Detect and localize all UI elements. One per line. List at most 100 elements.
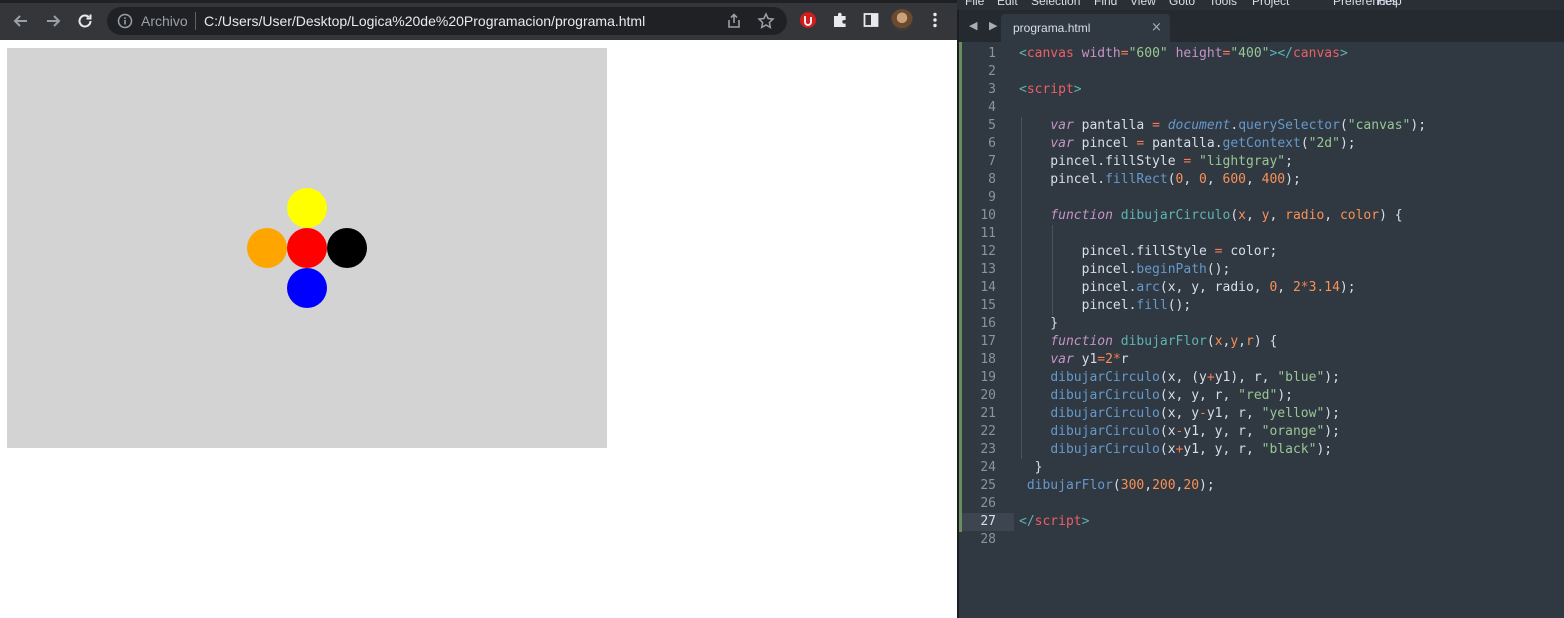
- close-tab-icon[interactable]: ×: [1151, 20, 1162, 35]
- code-token: 200: [1152, 478, 1176, 493]
- code-line[interactable]: 21 dibujarCirculo(x, y-y1, r, "yellow");: [962, 405, 1564, 423]
- code-token: querySelector: [1238, 118, 1340, 133]
- code-line[interactable]: 15 pincel.fill();: [962, 297, 1564, 315]
- line-source: dibujarCirculo(x, y, r, "red");: [1019, 387, 1293, 405]
- code-token: dibujarCirculo: [1050, 442, 1160, 457]
- red-circle: [287, 228, 327, 268]
- line-number: 15: [980, 298, 996, 313]
- menu-item-find[interactable]: Find: [1094, 0, 1117, 8]
- code-line[interactable]: 18 var y1=2*r: [962, 351, 1564, 369]
- code-token: -: [1199, 406, 1207, 421]
- code-line[interactable]: 8 pincel.fillRect(0, 0, 600, 400);: [962, 171, 1564, 189]
- menu-item-file[interactable]: File: [965, 0, 984, 8]
- code-line[interactable]: 16 }: [962, 315, 1564, 333]
- code-token: (: [1300, 136, 1309, 151]
- url-text[interactable]: C:/Users/User/Desktop/Logica%20de%20Prog…: [204, 13, 645, 29]
- code-line[interactable]: 22 dibujarCirculo(x-y1, y, r, "orange");: [962, 423, 1564, 441]
- code-token: 20: [1183, 478, 1200, 493]
- code-line[interactable]: 19 dibujarCirculo(x, (y+y1), r, "blue");: [962, 369, 1564, 387]
- code-line[interactable]: 1 <canvas width="600" height="400"></canv…: [962, 45, 1564, 63]
- kebab-menu-icon[interactable]: [925, 10, 945, 30]
- tab-strip-edge: [0, 0, 957, 3]
- code-token: "2d": [1308, 136, 1340, 151]
- line-source: function dibujarFlor(x,y,r) {: [1019, 333, 1277, 351]
- code-line[interactable]: 24 }: [962, 459, 1564, 477]
- side-panel-icon[interactable]: [861, 10, 881, 30]
- line-source: pincel.fill();: [1019, 297, 1192, 315]
- code-line[interactable]: 17 function dibujarFlor(x,y,r) {: [962, 333, 1564, 351]
- code-token: dibujarCirculo: [1050, 406, 1160, 421]
- line-source: var pantalla = document.querySelector("c…: [1019, 117, 1426, 135]
- code-line[interactable]: 27 </script>: [962, 513, 1564, 531]
- reload-icon[interactable]: [72, 8, 98, 34]
- code-token: "canvas": [1347, 118, 1411, 133]
- code-token: color;: [1222, 244, 1278, 259]
- info-icon[interactable]: [117, 13, 133, 29]
- share-icon[interactable]: [725, 12, 743, 30]
- code-line[interactable]: 3 <script>: [962, 81, 1564, 99]
- code-token: y1, y, r,: [1183, 442, 1262, 457]
- tab-programa-html[interactable]: programa.html ×: [1001, 14, 1170, 42]
- address-separator: [195, 12, 196, 30]
- menu-item-selection[interactable]: Selection: [1031, 0, 1080, 8]
- code-token: x: [1167, 442, 1176, 457]
- line-number: 9: [988, 190, 996, 205]
- menu-item-project[interactable]: Project: [1252, 0, 1289, 8]
- code-token: canvas: [1026, 46, 1074, 61]
- code-token: color: [1339, 208, 1380, 223]
- menu-item-goto[interactable]: Goto: [1169, 0, 1195, 8]
- line-number: 3: [988, 82, 996, 97]
- code-token: dibujarCirculo: [1120, 208, 1231, 223]
- code-line[interactable]: 12 pincel.fillStyle = color;: [962, 243, 1564, 261]
- code-line[interactable]: 5 var pantalla = document.querySelector(…: [962, 117, 1564, 135]
- code-token: 400: [1261, 172, 1286, 187]
- code-token: pincel: [1073, 136, 1137, 151]
- code-token: var: [1050, 118, 1074, 133]
- code-line[interactable]: 25 dibujarFlor(300,200,20);: [962, 477, 1564, 495]
- menu-item-tools[interactable]: Tools: [1209, 0, 1237, 8]
- line-source: dibujarCirculo(x, y-y1, r, "yellow");: [1019, 405, 1340, 423]
- code-line[interactable]: 14 pincel.arc(x, y, radio, 0, 2*3.14);: [962, 279, 1564, 297]
- code-line[interactable]: 6 var pincel = pantalla.getContext("2d")…: [962, 135, 1564, 153]
- code-line[interactable]: 26: [962, 495, 1564, 513]
- line-number: 1: [988, 46, 996, 61]
- code-area[interactable]: 1 <canvas width="600" height="400"></canv…: [962, 45, 1564, 549]
- code-token: );: [1316, 442, 1333, 457]
- menu-item-help[interactable]: Help: [1377, 0, 1402, 8]
- code-line[interactable]: 4: [962, 99, 1564, 117]
- menu-item-edit[interactable]: Edit: [997, 0, 1018, 8]
- back-arrow-icon[interactable]: [8, 8, 34, 34]
- code-token: x, y, r,: [1167, 388, 1239, 403]
- menu-item-view[interactable]: View: [1130, 0, 1156, 8]
- code-token: (: [1206, 334, 1215, 349]
- profile-avatar[interactable]: [891, 9, 913, 31]
- extensions-puzzle-icon[interactable]: [830, 10, 850, 30]
- code-token: "yellow": [1261, 406, 1325, 421]
- code-line[interactable]: 11: [962, 225, 1564, 243]
- code-token: ();: [1206, 262, 1231, 277]
- code-line[interactable]: 2: [962, 63, 1564, 81]
- code-token: *: [1300, 280, 1309, 295]
- code-line[interactable]: 7 pincel.fillStyle = "lightgray";: [962, 153, 1564, 171]
- code-line[interactable]: 23 dibujarCirculo(x+y1, y, r, "black");: [962, 441, 1564, 459]
- code-token: script: [1034, 514, 1082, 529]
- code-line[interactable]: 10 function dibujarCirculo(x, y, radio, …: [962, 207, 1564, 225]
- line-number: 19: [980, 370, 996, 385]
- code-token: ,: [1144, 478, 1153, 493]
- code-token: (: [1230, 208, 1239, 223]
- line-source: dibujarCirculo(x+y1, y, r, "black");: [1019, 441, 1332, 459]
- code-line[interactable]: 20 dibujarCirculo(x, y, r, "red");: [962, 387, 1564, 405]
- code-line[interactable]: 13 pincel.beginPath();: [962, 261, 1564, 279]
- tab-nav-arrows-icon[interactable]: ◀ ▶: [969, 19, 1001, 32]
- code-token: x: [1167, 424, 1176, 439]
- code-line[interactable]: 9: [962, 189, 1564, 207]
- editor-tab-bar: ◀ ▶ programa.html ×: [959, 10, 1564, 42]
- code-line[interactable]: 28: [962, 531, 1564, 549]
- forward-arrow-icon[interactable]: [40, 8, 66, 34]
- bookmark-star-icon[interactable]: [757, 12, 775, 30]
- address-bar[interactable]: Archivo C:/Users/User/Desktop/Logica%20d…: [107, 7, 787, 35]
- extension-shield-icon[interactable]: [798, 10, 818, 30]
